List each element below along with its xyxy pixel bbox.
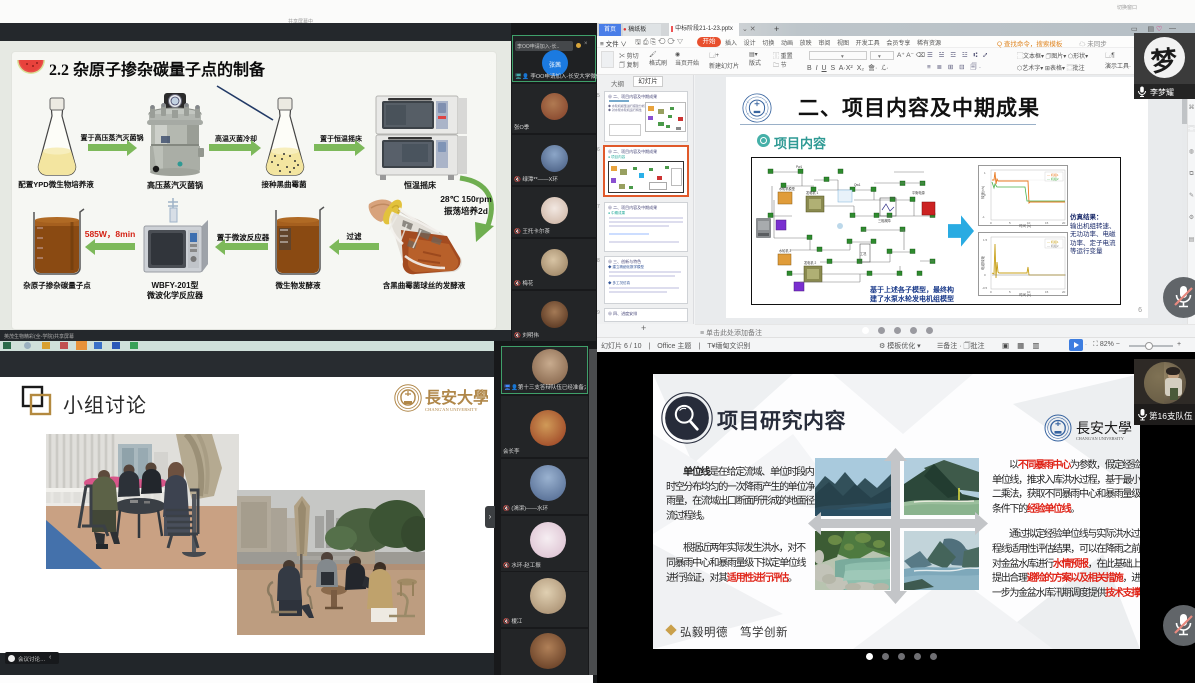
svg-text:电磁转矩: 电磁转矩 (980, 256, 985, 270)
svg-text:長安大學: 長安大學 (425, 388, 488, 407)
svg-text:-1: -1 (982, 215, 985, 219)
svg-text:发电机 2: 发电机 2 (804, 260, 816, 265)
svg-text:平衡电源: 平衡电源 (912, 190, 926, 195)
svg-text:10: 10 (1027, 221, 1031, 225)
svg-text:15: 15 (1045, 221, 1049, 225)
svg-text:20: 20 (1062, 221, 1066, 225)
svg-text:— 机组2: — 机组2 (1047, 176, 1059, 181)
svg-text:0: 0 (984, 193, 986, 197)
svg-text:CHANG'AN UNIVERSITY: CHANG'AN UNIVERSITY (1076, 436, 1124, 441)
svg-text:Qw1: Qw1 (854, 183, 861, 187)
svg-text:5: 5 (1009, 290, 1011, 294)
svg-text:長安大學: 長安大學 (1076, 421, 1132, 437)
svg-text:水轮机模型: 水轮机模型 (779, 186, 796, 191)
svg-text:Pw1: Pw1 (796, 165, 802, 169)
svg-text:15: 15 (1045, 290, 1049, 294)
svg-text:0: 0 (990, 290, 992, 294)
svg-text:10: 10 (1027, 290, 1031, 294)
svg-text:1: 1 (984, 171, 986, 175)
svg-text:发电机 1: 发电机 1 (806, 190, 818, 195)
svg-text:5: 5 (1009, 221, 1011, 225)
svg-text:水轮机 2: 水轮机 2 (779, 248, 791, 253)
svg-text:0: 0 (984, 273, 986, 277)
svg-text:20: 20 (1062, 290, 1066, 294)
svg-text:1.5: 1.5 (983, 238, 988, 242)
svg-text:— 机组2: — 机组2 (1047, 243, 1059, 248)
svg-text:-0.5: -0.5 (982, 286, 988, 290)
svg-text:三相故障: 三相故障 (878, 218, 892, 223)
svg-text:CHANG'AN UNIVERSITY: CHANG'AN UNIVERSITY (425, 407, 478, 412)
svg-text:0: 0 (990, 221, 992, 225)
svg-text:工况: 工况 (860, 252, 867, 256)
